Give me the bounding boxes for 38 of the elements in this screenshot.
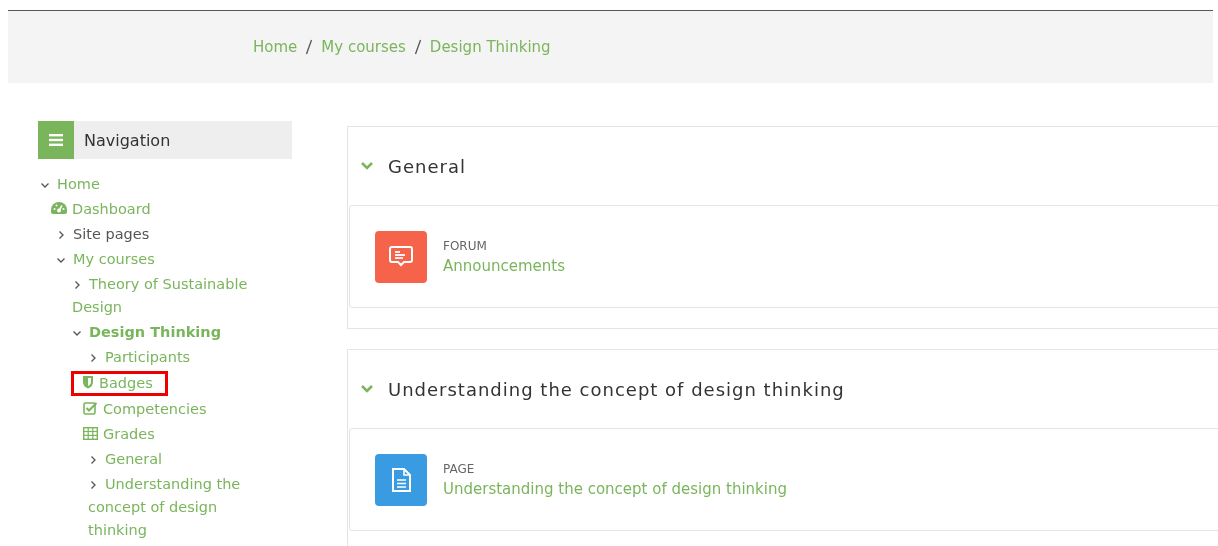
navigation-title: Navigation <box>84 130 171 150</box>
nav-item[interactable]: General <box>88 448 265 471</box>
nav-item[interactable]: Understanding the concept of design thinking <box>88 473 265 542</box>
activity-link[interactable]: Announcements <box>443 256 565 275</box>
chevron-down-icon[interactable] <box>40 180 50 190</box>
gauge-icon <box>51 202 67 215</box>
nav-item[interactable]: Design Thinking <box>72 321 265 344</box>
breadcrumb-link[interactable]: Design Thinking <box>429 38 551 56</box>
activity-link[interactable]: Understanding the concept of design thinking <box>443 479 787 498</box>
activity-type: PAGE <box>443 461 476 476</box>
section-title[interactable]: Understanding the concept of design thinking <box>388 378 845 400</box>
chevron-down-icon[interactable] <box>72 328 82 338</box>
nav-item[interactable]: My courses <box>56 248 265 271</box>
document-icon <box>375 453 427 506</box>
activity-type: FORUM <box>443 238 488 253</box>
nav-item[interactable]: Participants <box>88 346 265 369</box>
chevron-right-icon[interactable] <box>72 280 82 290</box>
nav-item[interactable]: Competencies <box>83 398 265 421</box>
breadcrumb-link[interactable]: Home <box>253 38 298 56</box>
chevron-down-icon[interactable] <box>56 255 66 265</box>
breadcrumb-separator-icon <box>305 39 314 55</box>
chevron-right-icon[interactable] <box>88 480 98 490</box>
shield-icon <box>82 375 94 389</box>
nav-item[interactable]: Theory of Sustainable Design <box>72 273 265 319</box>
speech-bubble-icon <box>375 230 427 283</box>
breadcrumb-separator-icon <box>413 39 422 55</box>
nav-item[interactable]: Dashboard <box>51 198 265 221</box>
table-icon <box>83 427 98 440</box>
chevron-right-icon[interactable] <box>56 230 66 240</box>
checkbox-icon <box>83 401 98 415</box>
highlighted-nav-item[interactable]: Badges <box>71 371 168 396</box>
chevron-right-icon[interactable] <box>88 353 98 363</box>
chevron-right-icon[interactable] <box>88 455 98 465</box>
breadcrumb-link[interactable]: My courses <box>321 38 406 56</box>
section-title[interactable]: General <box>388 155 466 177</box>
nav-item[interactable]: Grades <box>83 423 265 446</box>
nav-item[interactable]: Home <box>40 173 265 196</box>
nav-item[interactable]: Site pages <box>56 223 265 246</box>
